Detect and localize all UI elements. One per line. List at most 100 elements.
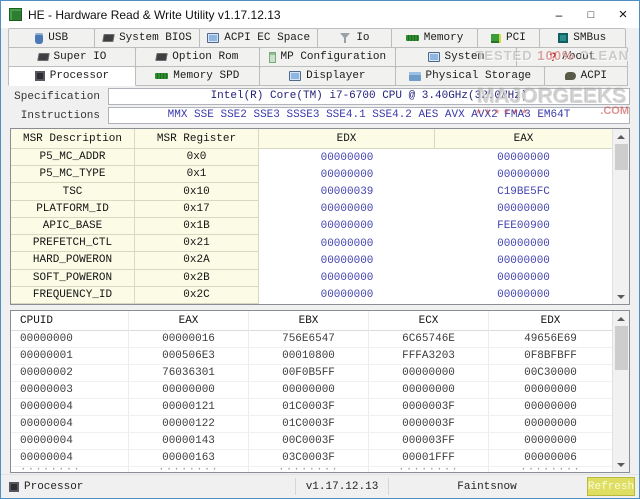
window-title: HE - Hardware Read & Write Utility v1.17… <box>28 8 543 22</box>
cpuid-eax-cell: 00000122 <box>129 416 249 432</box>
cpuid-table-row[interactable]: 00000000 00000016 756E6547 6C65746E 4965… <box>11 331 612 348</box>
cpuid-ebx-cell: 01C0003F <box>249 399 369 415</box>
cpuid-eax-cell: 76036301 <box>129 365 249 381</box>
tab-label: System BIOS <box>119 32 192 44</box>
cpuid-ecx-cell: 6C65746E <box>369 331 489 347</box>
scroll-up-icon[interactable] <box>613 129 629 144</box>
cpuid-scrollbar[interactable] <box>612 311 629 472</box>
msr-register-cell: 0x2B <box>135 270 259 287</box>
msr-description-cell: PREFETCH_CTL <box>11 235 135 252</box>
tab-label: Io <box>356 32 369 44</box>
cpuid-scrollbar-thumb[interactable] <box>615 326 628 370</box>
msr-scrollbar-thumb[interactable] <box>615 144 628 170</box>
msr-edx-cell: 00000000 <box>259 201 435 218</box>
msr-table-header: MSR DescriptionMSR RegisterEDXEAX <box>11 129 612 149</box>
cpuid-ecx-cell: FFFA3203 <box>369 348 489 364</box>
tab-row-2: Super IO Option Rom MP Configuration Sys… <box>8 47 632 66</box>
msr-register-cell: 0x21 <box>135 235 259 252</box>
msr-edx-cell: 00000000 <box>259 235 435 252</box>
msr-table-row[interactable]: APIC_BASE 0x1B 00000000 FEE00900 <box>11 218 612 235</box>
msr-description-cell: APIC_BASE <box>11 218 135 235</box>
cpuid-table-row[interactable]: 00000004 00000143 00C0003F 000003FF 0000… <box>11 433 612 450</box>
msr-header-cell: MSR Register <box>135 129 259 149</box>
cpuid-header-cell: EAX <box>129 311 249 331</box>
monitor-icon <box>207 33 219 43</box>
msr-table-row[interactable]: P5_MC_ADDR 0x0 00000000 00000000 <box>11 149 612 166</box>
tab-system-bios[interactable]: System BIOS <box>94 28 200 48</box>
msr-table-row[interactable]: HARD_POWERON 0x2A 00000000 00000000 <box>11 252 612 269</box>
chip-icon <box>37 53 49 61</box>
tab-label: PCI <box>506 32 526 44</box>
close-button[interactable]: × <box>607 1 639 28</box>
msr-register-cell: 0x1B <box>135 218 259 235</box>
cpuid-table-row[interactable]: 00000004 00000122 01C0003F 0000003F 0000… <box>11 416 612 433</box>
smbus-icon <box>558 33 568 43</box>
pci-icon <box>491 34 501 43</box>
msr-eax-cell: 00000000 <box>435 287 612 304</box>
minimize-button[interactable]: – <box>543 1 575 28</box>
msr-scrollbar[interactable] <box>612 129 629 304</box>
msr-description-cell: FREQUENCY_ID <box>11 287 135 304</box>
scroll-down-icon[interactable] <box>613 289 629 304</box>
cpuid-table-header: CPUIDEAXEBXECXEDX <box>11 311 612 331</box>
maximize-button[interactable]: □ <box>575 1 607 28</box>
tab-usb[interactable]: USB <box>8 28 95 48</box>
cpuid-header-cell: EBX <box>249 311 369 331</box>
refresh-button[interactable]: Refresh <box>587 477 635 496</box>
msr-description-cell: P5_MC_TYPE <box>11 166 135 183</box>
tab-physical-storage[interactable]: Physical Storage <box>395 66 545 86</box>
tab-option-rom[interactable]: Option Rom <box>135 47 260 67</box>
tab-acpi[interactable]: ACPI <box>544 66 628 86</box>
cpuid-table-row[interactable]: 00000004 00000121 01C0003F 0000003F 0000… <box>11 399 612 416</box>
msr-eax-cell: 00000000 <box>435 201 612 218</box>
tab-acpi-ec-space[interactable]: ACPI EC Space <box>199 28 318 48</box>
tab-row-1: USB System BIOS ACPI EC Space Io Memory … <box>8 28 632 47</box>
msr-table-row[interactable]: PREFETCH_CTL 0x21 00000000 00000000 <box>11 235 612 252</box>
tab-processor[interactable]: Processor <box>8 66 136 86</box>
tab-system[interactable]: System <box>395 47 517 67</box>
cpuid-table-row[interactable]: 00000003 00000000 00000000 00000000 0000… <box>11 382 612 399</box>
tab-mp-configuration[interactable]: MP Configuration <box>259 47 396 67</box>
cpuid-table-row[interactable]: 00000001 000506E3 00010800 FFFA3203 0F8B… <box>11 348 612 365</box>
scroll-down-icon[interactable] <box>613 457 629 472</box>
msr-table-row[interactable]: P5_MC_TYPE 0x1 00000000 00000000 <box>11 166 612 183</box>
cpuid-leaf-cell: 00000004 <box>11 433 129 449</box>
tab-about[interactable]: About <box>516 47 628 67</box>
monitor-icon <box>289 71 301 81</box>
cpuid-table: CPUIDEAXEBXECXEDX 00000000 00000016 756E… <box>11 311 612 472</box>
msr-register-cell: 0x17 <box>135 201 259 218</box>
msr-edx-cell: 00000000 <box>259 270 435 287</box>
msr-eax-cell: 00000000 <box>435 270 612 287</box>
cpuid-ebx-cell: 00010800 <box>249 348 369 364</box>
tab-memory-spd[interactable]: Memory SPD <box>135 66 260 86</box>
tab-smbus[interactable]: SMBus <box>539 28 626 48</box>
tab-io[interactable]: Io <box>317 28 392 48</box>
cpuid-eax-cell: 00000000 <box>129 382 249 398</box>
msr-description-cell: TSC <box>11 183 135 200</box>
msr-eax-cell: 00000000 <box>435 166 612 183</box>
tab-strip: USB System BIOS ACPI EC Space Io Memory … <box>1 28 639 85</box>
msr-header-cell: MSR Description <box>11 129 135 149</box>
question-icon <box>548 51 557 63</box>
cpuid-header-cell: ECX <box>369 311 489 331</box>
msr-table-row[interactable]: SOFT_POWERON 0x2B 00000000 00000000 <box>11 270 612 287</box>
msr-table-row[interactable]: TSC 0x10 00000039 C19BE5FC <box>11 183 612 200</box>
msr-description-cell: HARD_POWERON <box>11 252 135 269</box>
tab-displayer[interactable]: Displayer <box>259 66 396 86</box>
cpuid-table-row[interactable]: 00000002 76036301 00F0B5FF 00000000 00C3… <box>11 365 612 382</box>
msr-eax-cell: 00000000 <box>435 149 612 166</box>
msr-table-row[interactable]: PLATFORM_ID 0x17 00000000 00000000 <box>11 201 612 218</box>
tab-memory[interactable]: Memory <box>391 28 478 48</box>
cpuid-edx-cell: 00000000 <box>489 416 612 432</box>
funnel-icon <box>339 32 351 44</box>
tab-pci[interactable]: PCI <box>477 28 539 48</box>
scroll-up-icon[interactable] <box>613 311 629 326</box>
tab-super-io[interactable]: Super IO <box>8 47 136 67</box>
tab-label: About <box>562 51 595 63</box>
cpuid-ecx-cell: 0000003F <box>369 416 489 432</box>
msr-table-row[interactable]: FREQUENCY_ID 0x2C 00000000 00000000 <box>11 287 612 304</box>
msr-edx-cell: 00000000 <box>259 166 435 183</box>
msr-eax-cell: FEE00900 <box>435 218 612 235</box>
instructions-field: MMX SSE SSE2 SSE3 SSSE3 SSE4.1 SSE4.2 AE… <box>108 107 630 124</box>
tab-label: System <box>445 51 485 63</box>
